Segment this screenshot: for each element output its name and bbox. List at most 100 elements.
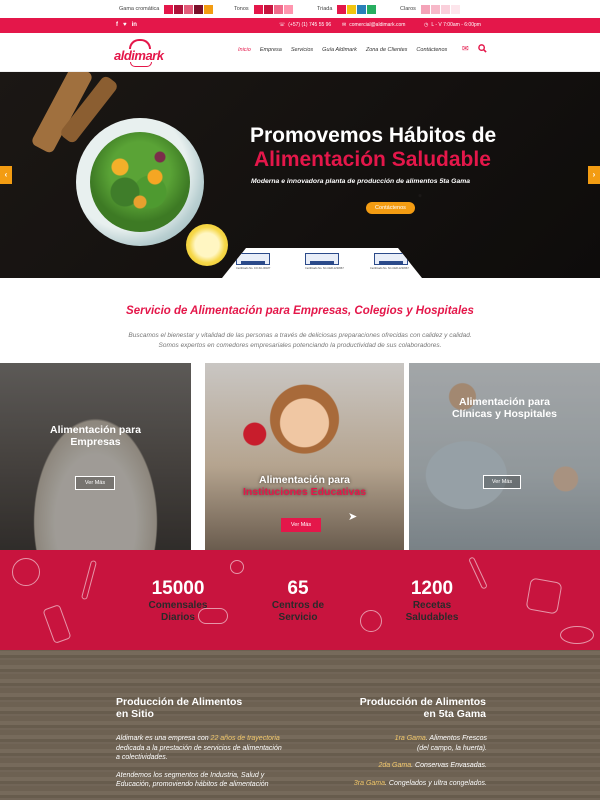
text-paragraph: Atendemos los segmentos de Industria, Sa… [116,771,269,789]
palette-group-tonos: Tonos [234,4,294,14]
card-title: Alimentación para Clínicas y Hospitales [409,396,600,420]
logo[interactable]: aldimark [114,38,170,68]
color-swatch[interactable] [450,4,460,14]
highlight-text: 2da Gama [378,762,412,770]
social-icon[interactable]: ♥ [123,22,127,28]
facebook-icon[interactable]: f [116,22,118,28]
card-title-line: Alimentación para [458,396,551,408]
hero-title: Promovemos Hábitos de [250,124,497,147]
color-swatch[interactable] [164,4,174,14]
stat-centros: 65 Centros de Servicio [248,578,348,623]
hours-info: ◷ L - V 7:00am - 6:00pm [424,22,481,28]
nav-item-servicios[interactable]: Servicios [291,47,313,53]
certification-badge [305,253,339,265]
color-swatch[interactable] [174,4,184,14]
color-swatch[interactable] [347,4,357,14]
production-site-text: Aldimark es una empresa con 22 años de t… [116,734,286,790]
salad-image [90,132,190,232]
gama-line: 3ra Gama. Congelados y ultra congelados. [300,779,487,789]
nav-item-empresa[interactable]: Empresa [260,47,282,53]
stat-label: Saludables [405,611,459,623]
envelope-icon[interactable]: ✉ [462,44,469,55]
title-line: Producción de Alimentos [116,696,243,708]
hero-contact-button[interactable]: Contáctenos [366,202,415,214]
color-swatch[interactable] [440,4,450,14]
gama-line: 1ra Gama. Alimentos Frescos [300,734,487,744]
certification-note: Certificado No. CO-SC-00187 [236,267,271,270]
nav-item-contactenos[interactable]: Contáctenos [416,47,447,53]
palette-group-claros: Claros [400,4,461,14]
nav-item-guia[interactable]: Guía Aldimark [322,47,357,53]
color-swatch[interactable] [430,4,440,14]
doodle-decoration [42,604,72,644]
highlight-text: 1ra Gama [394,735,426,742]
service-card-clinicas[interactable]: Alimentación para Clínicas y Hospitales … [409,363,600,550]
nav-item-zona-clientes[interactable]: Zona de Clientes [366,47,408,53]
hero-title-highlight: Alimentación Saludable [254,148,491,171]
color-swatch[interactable] [357,4,367,14]
stats-section: 15000 Comensales Diarios 65 Centros de S… [0,550,600,650]
logo-smile [130,62,152,67]
phone-contact[interactable]: ☏ (+57) (1) 745 55 96 [279,22,331,28]
doodle-decoration [360,610,382,632]
card-more-button[interactable]: Ver Más [281,518,321,532]
email-contact[interactable]: ✉ comercial@aldimark.com [342,22,405,28]
doodle-decoration [525,577,563,615]
slider-next-button[interactable]: › [588,166,600,184]
card-title-line: Alimentación para [49,424,142,436]
card-overlay [0,363,191,550]
title-line: en 5ta Gama [423,708,486,720]
color-swatch[interactable] [253,4,263,14]
main-nav: Inicio Empresa Servicios Guía Aldimark Z… [238,47,447,53]
color-swatch[interactable] [420,4,430,14]
card-title-line: Alimentación para [258,474,351,486]
stat-number: 15000 [151,578,205,599]
services-description: Buscamos el bienestar y vitalidad de las… [0,331,600,350]
stat-recetas: 1200 Recetas Saludables [382,578,482,623]
nav-item-inicio[interactable]: Inicio [238,47,251,53]
certification-note: Certificado No. SC-CER-1234567 [305,267,344,270]
stat-comensales: 15000 Comensales Diarios [128,578,228,623]
color-swatch[interactable] [204,4,214,14]
certification-badge [374,253,408,265]
text-span: dedicada a la prestación de servicios de… [116,744,282,762]
services-desc-line: Buscamos el bienestar y vitalidad de las… [128,332,472,339]
slider-prev-button[interactable]: ‹ [0,166,12,184]
highlight-text: 3ra Gama [353,779,386,787]
services-desc-line: Somos expertos en comedores empresariale… [158,341,442,349]
search-icon[interactable] [477,44,487,55]
color-swatch[interactable] [337,4,347,14]
site-header: aldimark Inicio Empresa Servicios Guía A… [0,33,600,72]
palette-label: Tonos [234,6,249,12]
title-line: en Sitio [116,708,154,720]
card-more-button[interactable]: Ver Más [75,476,115,490]
production-5ta-title: Producción de Alimentos en 5ta Gama [340,696,486,720]
text-span: . Conservas Envasadas. [411,762,487,770]
linkedin-icon[interactable]: in [132,22,137,28]
highlight-text: 22 años de trayectoria [210,735,280,742]
color-swatch[interactable] [273,4,283,14]
card-title-line: Instituciones Educativas [242,486,367,498]
stat-label: Comensales [148,600,208,611]
color-swatch[interactable] [367,4,377,14]
envelope-icon: ✉ [342,22,347,28]
clock-icon: ◷ [424,22,429,28]
color-swatch[interactable] [283,4,293,14]
service-card-educativas[interactable]: Alimentación para Instituciones Educativ… [205,363,404,550]
card-more-button[interactable]: Ver Más [483,475,521,489]
color-swatch[interactable] [194,4,204,14]
phone-text: (+57) (1) 745 55 96 [288,22,332,28]
phone-icon: ☏ [279,22,286,28]
certification-note: Certificado No. SC-CER-1234567 [370,267,409,270]
color-swatch[interactable] [263,4,273,14]
doodle-decoration [12,558,40,586]
doodle-decoration [80,559,98,601]
production-5ta-text: 1ra Gama. Alimentos Frescos (del campo, … [300,734,487,788]
logo-text: aldimark [114,48,164,63]
card-title-line: Clínicas y Hospitales [451,408,558,420]
service-card-empresas[interactable]: Alimentación para Empresas Ver Más [0,363,191,550]
color-swatch[interactable] [184,4,194,14]
stat-label: Diarios [161,611,195,623]
card-title: Alimentación para Instituciones Educativ… [205,474,404,498]
text-span: . Alimentos Frescos [425,735,487,742]
